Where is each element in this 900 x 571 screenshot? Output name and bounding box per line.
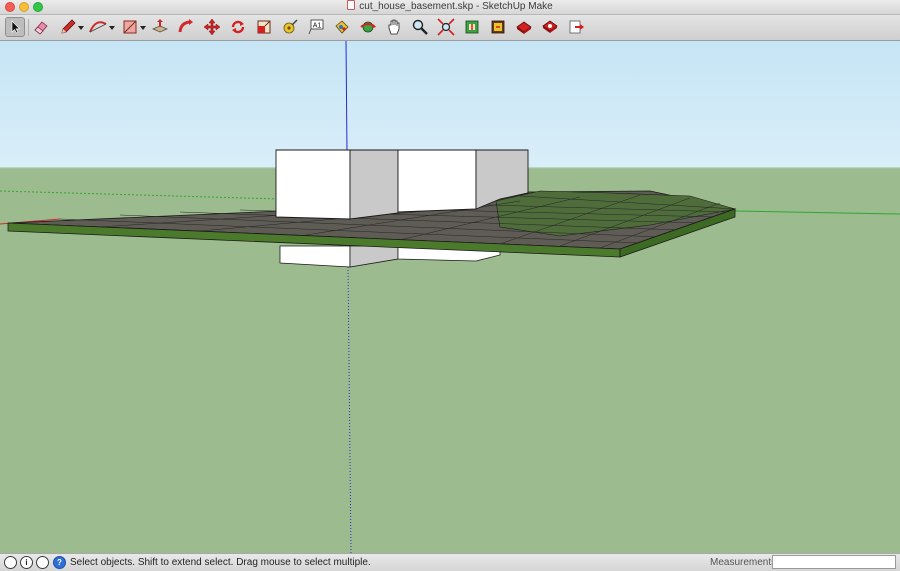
text-tool-label: A1 <box>313 23 322 30</box>
blue-axis-positive <box>345 41 348 154</box>
text-icon: A1 <box>308 19 324 35</box>
move-icon <box>203 18 221 36</box>
house-face-left[interactable] <box>275 149 351 220</box>
house-face-middle[interactable] <box>349 149 399 220</box>
green-axis-positive <box>734 210 900 215</box>
select-tool-button[interactable] <box>5 17 25 37</box>
get-models-icon <box>465 20 479 34</box>
orbit-tool-button[interactable] <box>358 17 378 37</box>
zoom-extents-icon <box>437 18 455 36</box>
eraser-tool-button[interactable] <box>31 17 51 37</box>
scale-icon <box>257 20 271 34</box>
model-viewport[interactable] <box>0 41 900 553</box>
extension-warehouse-icon <box>542 20 558 33</box>
scale-tool-button[interactable] <box>254 17 274 37</box>
line-tool-button[interactable] <box>58 17 78 37</box>
measurements-label: Measurements <box>710 557 777 568</box>
arc-tool-button[interactable] <box>88 17 108 37</box>
share-model-icon <box>491 20 505 34</box>
orbit-icon <box>360 21 376 33</box>
tape-measure-icon <box>283 19 298 34</box>
status-hint-text: Select objects. Shift to extend select. … <box>70 557 371 568</box>
push-pull-tool-button[interactable] <box>150 17 170 37</box>
paint-bucket-tool-button[interactable] <box>332 17 352 37</box>
user-sign-in-icon[interactable] <box>36 556 49 569</box>
instructor-help-icon[interactable]: ? <box>53 556 66 569</box>
window-title: cut_house_basement.skp - SketchUp Make <box>359 1 553 12</box>
share-model-button[interactable] <box>488 17 508 37</box>
pencil-icon <box>61 19 76 34</box>
rotate-icon <box>231 20 245 34</box>
rectangle-icon <box>123 20 137 34</box>
blue-axis-negative <box>347 266 352 553</box>
geo-location-icon[interactable] <box>4 556 17 569</box>
select-arrow-icon <box>11 20 21 34</box>
arc-icon <box>89 21 107 33</box>
send-to-layout-button[interactable] <box>566 17 586 37</box>
rectangle-tool-button[interactable] <box>120 17 140 37</box>
status-bar: i ? Select objects. Shift to extend sele… <box>0 553 900 571</box>
basement-face-side[interactable] <box>349 245 399 268</box>
paint-bucket-icon <box>335 20 349 34</box>
scene-canvas <box>0 41 900 553</box>
help-glyph: ? <box>57 558 62 567</box>
rectangle-tool-dropdown-icon[interactable] <box>140 26 146 30</box>
house-face-right[interactable] <box>397 149 477 213</box>
line-tool-dropdown-icon[interactable] <box>78 26 84 30</box>
eraser-icon <box>34 21 48 35</box>
main-toolbar: A1 <box>0 15 900 41</box>
text-tool-button[interactable]: A1 <box>306 17 326 37</box>
send-to-layout-icon <box>569 20 584 34</box>
zoom-tool-button[interactable] <box>410 17 430 37</box>
title-bar: cut_house_basement.skp - SketchUp Make <box>0 0 900 15</box>
basement-face-front[interactable] <box>279 245 351 268</box>
extension-warehouse-button[interactable] <box>540 17 560 37</box>
credits-info-icon[interactable]: i <box>20 556 33 569</box>
rotate-tool-button[interactable] <box>228 17 248 37</box>
info-glyph: i <box>25 558 28 567</box>
document-icon <box>347 0 356 10</box>
follow-me-icon <box>178 19 193 33</box>
get-models-button[interactable] <box>462 17 482 37</box>
window-title-container: cut_house_basement.skp - SketchUp Make <box>0 0 900 14</box>
zoom-icon <box>412 19 428 35</box>
move-tool-button[interactable] <box>202 17 222 37</box>
toolbar-separator <box>28 19 29 36</box>
tape-measure-tool-button[interactable] <box>280 17 300 37</box>
pan-hand-icon <box>388 19 400 35</box>
zoom-extents-tool-button[interactable] <box>436 17 456 37</box>
measurements-input[interactable] <box>772 555 896 569</box>
3d-warehouse-button[interactable] <box>514 17 534 37</box>
warehouse-icon <box>516 21 532 34</box>
arc-tool-dropdown-icon[interactable] <box>109 26 115 30</box>
follow-me-tool-button[interactable] <box>176 17 196 37</box>
pan-tool-button[interactable] <box>384 17 404 37</box>
push-pull-icon <box>152 19 168 33</box>
